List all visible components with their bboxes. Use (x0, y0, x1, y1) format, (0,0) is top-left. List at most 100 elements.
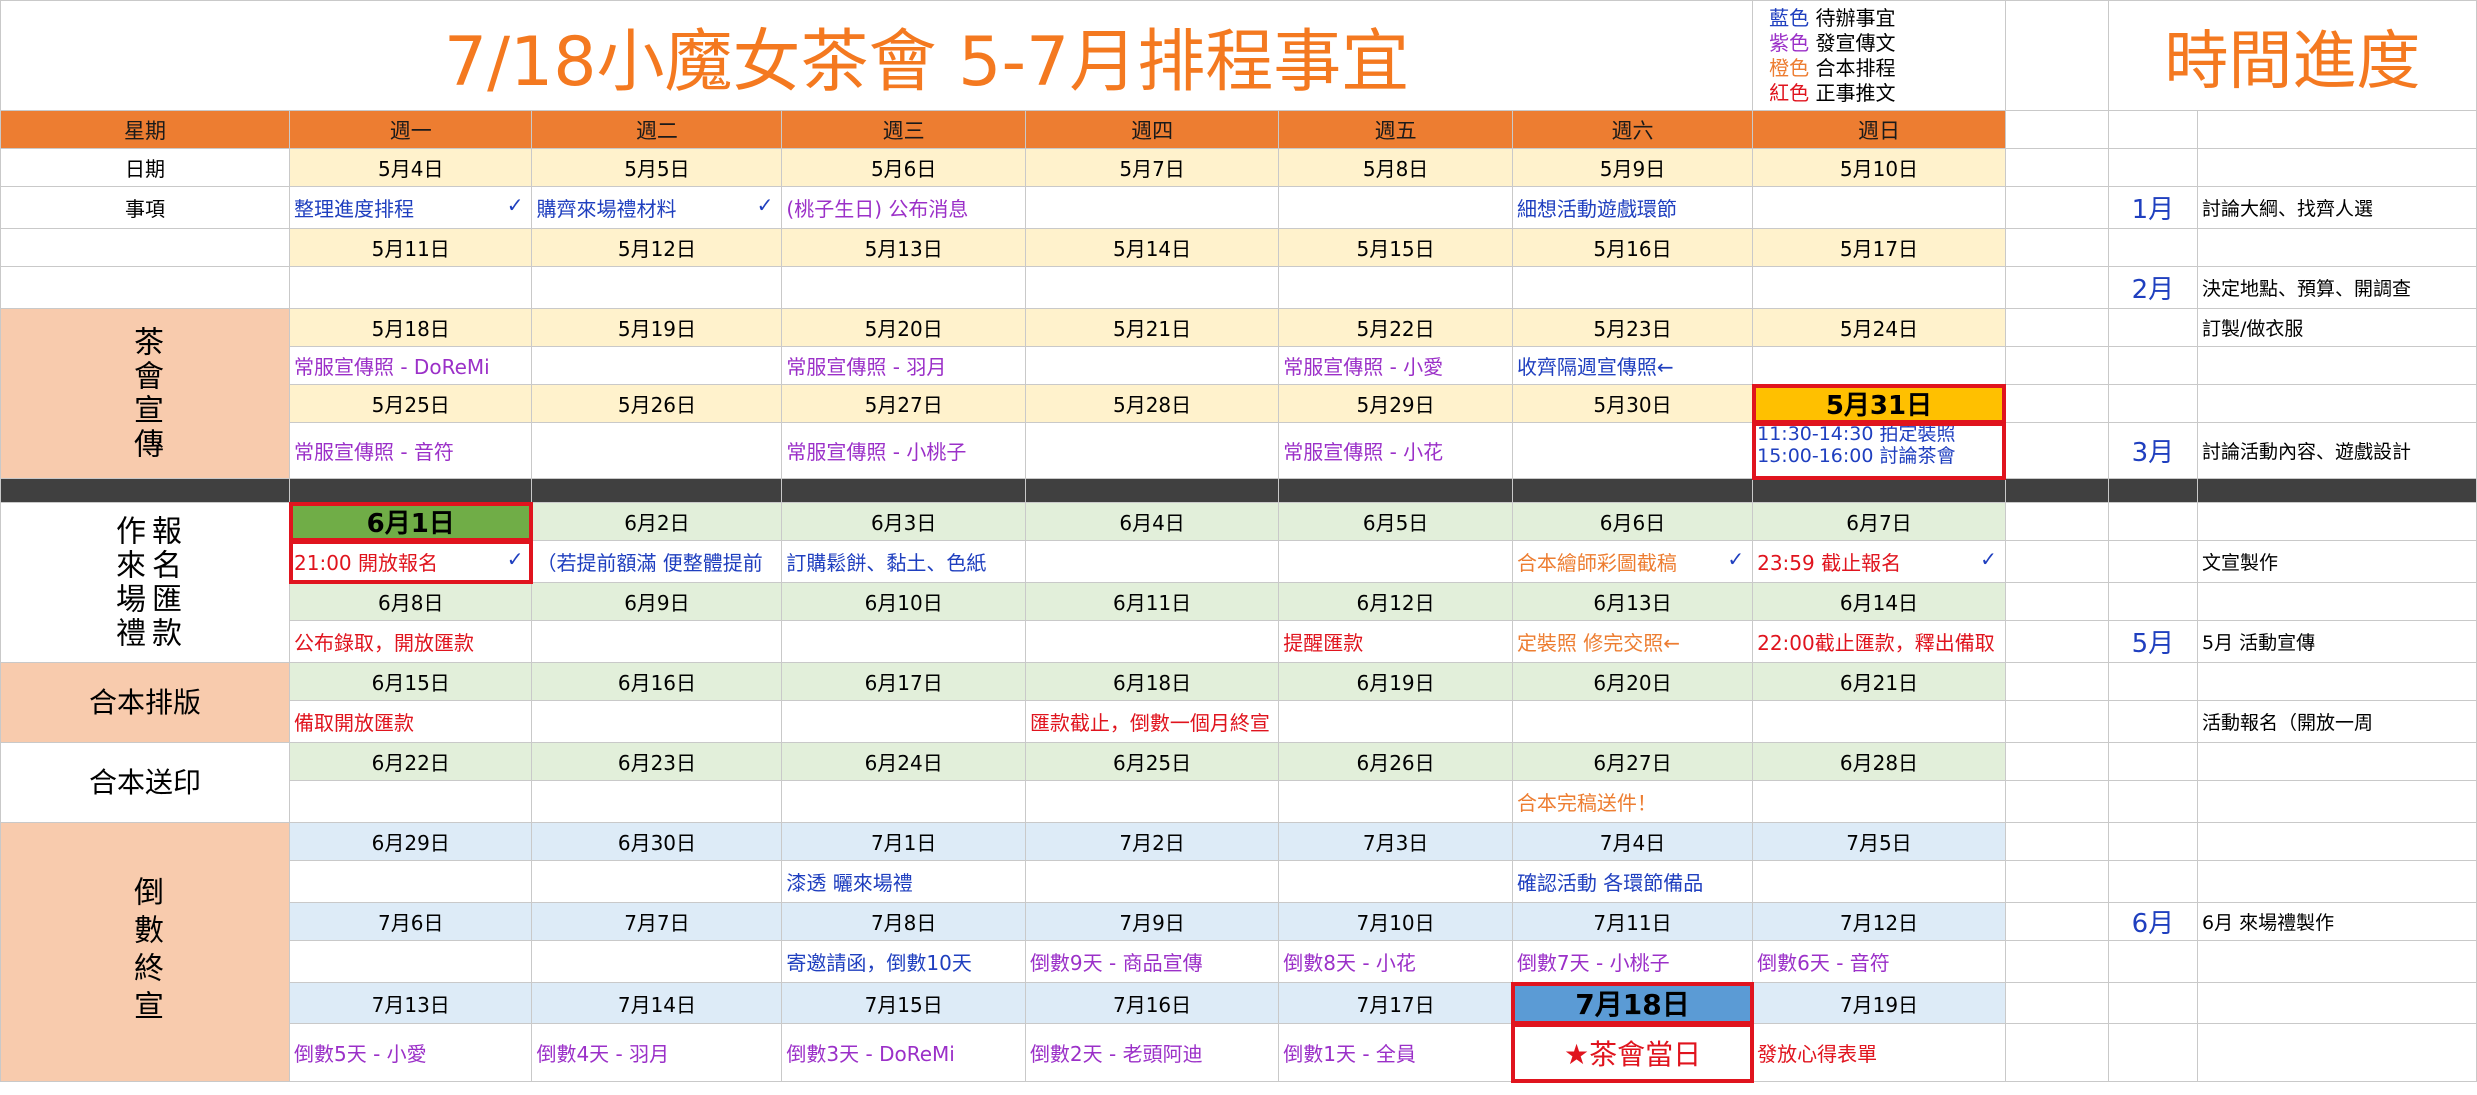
progress-month[interactable] (2107, 822, 2198, 861)
blank-cell[interactable] (2004, 0, 2109, 111)
blank-cell[interactable] (2004, 110, 2109, 149)
date-cell[interactable]: 5月21日 (1024, 308, 1280, 347)
progress-text[interactable]: 文宣製作 (2196, 540, 2477, 583)
event-cell[interactable] (1752, 186, 2006, 229)
event-cell[interactable] (1024, 860, 1280, 903)
progress-month[interactable] (2107, 982, 2198, 1024)
date-cell[interactable]: 6月24日 (781, 742, 1026, 781)
progress-text[interactable] (2196, 982, 2477, 1024)
section-label-layout[interactable]: 合本排版 (0, 662, 290, 743)
blank-cell[interactable] (2004, 1023, 2109, 1082)
event-cell[interactable] (1024, 620, 1280, 663)
date-cell[interactable]: 7月3日 (1278, 822, 1513, 861)
event-cell[interactable] (531, 780, 783, 823)
progress-month[interactable] (2107, 700, 2198, 743)
event-cell[interactable]: 倒數5天 - 小愛 (288, 1023, 533, 1082)
progress-text[interactable] (2196, 780, 2477, 823)
separator-bar[interactable] (0, 478, 290, 503)
blank-cell[interactable] (2004, 620, 2109, 663)
event-cell[interactable] (781, 266, 1026, 309)
separator-bar[interactable] (531, 478, 783, 503)
date-cell[interactable]: 5月16日 (1511, 228, 1754, 267)
date-cell[interactable]: 6月3日 (781, 502, 1026, 541)
progress-text[interactable] (2196, 940, 2477, 983)
blank-cell[interactable] (2004, 902, 2109, 941)
progress-text[interactable]: 活動報名（開放一周 (2196, 700, 2477, 743)
date-cell[interactable]: 5月14日 (1024, 228, 1280, 267)
date-cell[interactable]: 6月27日 (1511, 742, 1754, 781)
weekday-header[interactable]: 週日 (1752, 110, 2006, 149)
event-cell[interactable]: ✓ 合本繪師彩圖截稿 (1511, 540, 1754, 583)
progress-title[interactable]: 時間進度 (2107, 0, 2477, 111)
event-cell[interactable]: 倒數3天 - DoReMi (781, 1023, 1026, 1082)
weekday-header[interactable]: 週四 (1024, 110, 1280, 149)
separator-bar[interactable] (1752, 478, 2006, 503)
progress-month[interactable] (2107, 540, 2198, 583)
event-cell[interactable] (1024, 540, 1280, 583)
date-cell[interactable]: 7月15日 (781, 982, 1026, 1024)
row-label-item[interactable]: 事項 (0, 186, 290, 229)
progress-text[interactable] (2196, 346, 2477, 385)
event-cell[interactable]: 定裝照 修完交照← (1511, 620, 1754, 663)
event-cell[interactable]: 收齊隔週宣傳照← (1511, 346, 1754, 385)
event-cell[interactable] (1024, 266, 1280, 309)
event-cell[interactable] (1278, 700, 1513, 743)
weekday-header-label[interactable]: 星期 (0, 110, 290, 149)
blank-cell[interactable] (0, 266, 290, 309)
separator-bar[interactable] (1511, 478, 1754, 503)
date-cell[interactable]: 5月10日 (1752, 148, 2006, 187)
date-cell[interactable]: 5月5日 (531, 148, 783, 187)
blank-cell[interactable] (2004, 582, 2109, 621)
progress-month[interactable] (2107, 582, 2198, 621)
progress-month[interactable] (2107, 148, 2198, 187)
progress-month[interactable]: 3月 (2107, 422, 2198, 479)
date-cell[interactable]: 6月9日 (531, 582, 783, 621)
progress-month[interactable] (2107, 1023, 2198, 1082)
progress-month[interactable] (2107, 346, 2198, 385)
event-cell[interactable]: 倒數9天 - 商品宣傳 (1024, 940, 1280, 983)
progress-month[interactable]: 6月 (2107, 902, 2198, 941)
separator-bar[interactable] (288, 478, 533, 503)
event-cell[interactable] (781, 780, 1026, 823)
event-cell[interactable] (288, 780, 533, 823)
date-cell[interactable]: 5月18日 (288, 308, 533, 347)
event-cell[interactable] (1278, 540, 1513, 583)
event-cell[interactable]: 確認活動 各環節備品 (1511, 860, 1754, 903)
blank-cell[interactable] (2004, 308, 2109, 347)
event-cell[interactable]: 備取開放匯款 (288, 700, 533, 743)
progress-text[interactable]: 決定地點、預算、開調查 (2196, 266, 2477, 309)
blank-cell[interactable] (2004, 346, 2109, 385)
event-cell[interactable] (1511, 422, 1754, 479)
progress-text[interactable]: 5月 活動宣傳 (2196, 620, 2477, 663)
separator-bar[interactable] (1024, 478, 1280, 503)
event-cell[interactable]: 訂購鬆餅、黏土、色紙 (781, 540, 1026, 583)
date-cell[interactable]: 6月11日 (1024, 582, 1280, 621)
date-cell[interactable]: 6月2日 (531, 502, 783, 541)
progress-text[interactable] (2196, 860, 2477, 903)
progress-text[interactable]: 訂製/做衣服 (2196, 308, 2477, 347)
date-cell[interactable]: 6月30日 (531, 822, 783, 861)
date-cell[interactable]: 6月16日 (531, 662, 783, 701)
progress-month[interactable] (2107, 742, 2198, 781)
progress-text[interactable] (2196, 822, 2477, 861)
event-cell[interactable] (531, 860, 783, 903)
event-cell[interactable] (1024, 422, 1280, 479)
highlight-date-jul18[interactable]: 7月18日 (1511, 981, 1754, 1025)
blank-cell[interactable] (0, 228, 290, 267)
date-cell[interactable]: 5月30日 (1511, 384, 1754, 423)
progress-month[interactable] (2107, 308, 2198, 347)
date-cell[interactable]: 5月24日 (1752, 308, 2006, 347)
date-cell[interactable]: 6月17日 (781, 662, 1026, 701)
date-cell[interactable]: 7月2日 (1024, 822, 1280, 861)
date-cell[interactable]: 6月26日 (1278, 742, 1513, 781)
event-cell[interactable] (1278, 860, 1513, 903)
event-cell[interactable] (781, 700, 1026, 743)
progress-text[interactable] (2196, 110, 2477, 149)
event-cell[interactable]: 倒數4天 - 羽月 (531, 1023, 783, 1082)
date-cell[interactable]: 7月1日 (781, 822, 1026, 861)
event-cell[interactable]: ✓ 整理進度排程 (288, 186, 533, 229)
progress-month[interactable]: 1月 (2107, 186, 2198, 229)
date-cell[interactable]: 7月11日 (1511, 902, 1754, 941)
blank-cell[interactable] (2004, 266, 2109, 309)
date-cell[interactable]: 7月16日 (1024, 982, 1280, 1024)
